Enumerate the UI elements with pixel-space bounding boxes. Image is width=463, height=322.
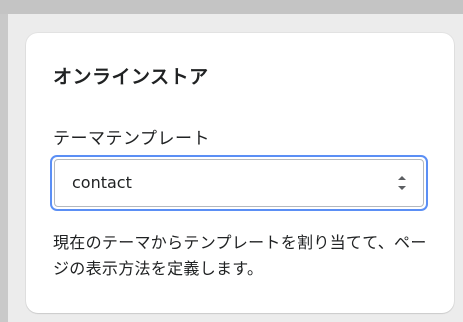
window-top-strip [0, 0, 463, 14]
help-text: 現在のテーマからテンプレートを割り当てて、ページの表示方法を定義します。 [53, 233, 427, 278]
chevron-up-down-icon [395, 171, 409, 195]
theme-template-label: テーマテンプレート [53, 129, 210, 149]
card-title: オンラインストア [53, 66, 209, 88]
theme-template-select[interactable]: contact [50, 155, 428, 211]
select-field[interactable]: contact [54, 159, 424, 207]
select-value: contact [72, 173, 132, 192]
